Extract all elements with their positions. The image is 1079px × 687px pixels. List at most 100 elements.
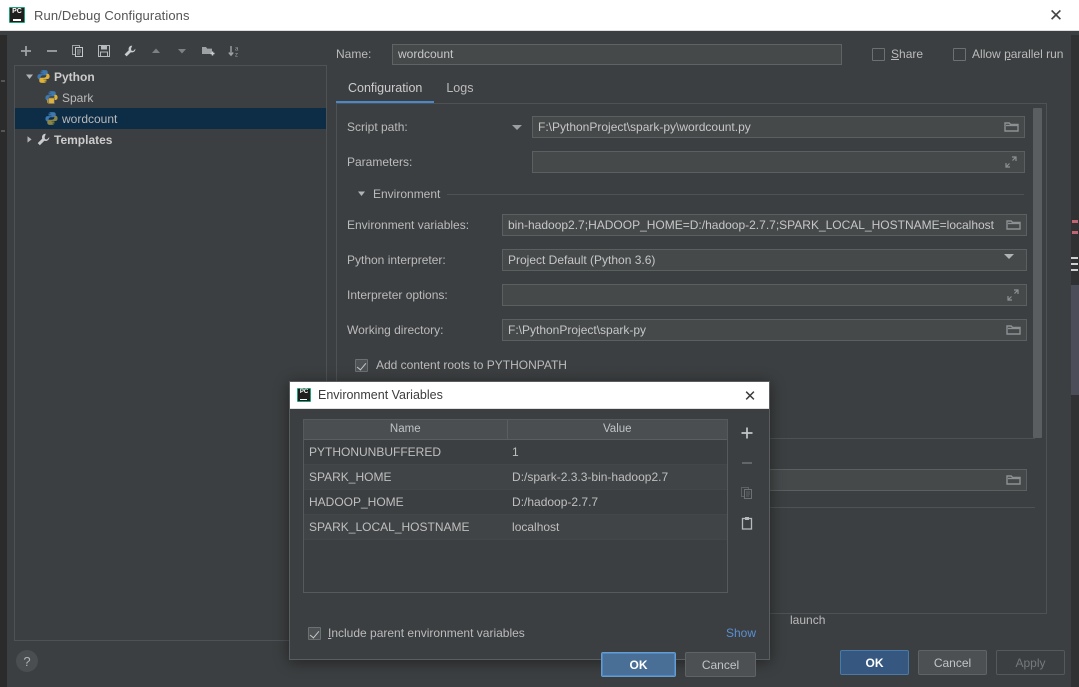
environment-variables-dialog: Environment Variables ✕ Name Value PYTHO… — [289, 381, 770, 677]
run-debug-configurations-window: Run/Debug Configurations ✕ — [0, 0, 1079, 687]
modal-titlebar: Environment Variables ✕ — [290, 382, 769, 409]
copy-icon — [741, 486, 752, 499]
remove-configuration-button[interactable] — [40, 40, 64, 62]
configuration-tabs: Configuration Logs — [336, 76, 1066, 103]
include-parent-checkbox[interactable] — [308, 626, 321, 640]
sort-configurations-button[interactable]: a z — [222, 40, 246, 62]
copy-configuration-button[interactable] — [66, 40, 90, 62]
interpreter-options-row: Interpreter options: — [347, 284, 1032, 306]
table-header-row: Name Value — [304, 420, 727, 440]
working-directory-row: Working directory: F:\PythonProject\spar… — [347, 319, 1032, 341]
collapse-twisty-icon[interactable] — [22, 135, 36, 144]
name-row: Name: Share Allow parallel run — [336, 43, 1066, 65]
python-interpreter-label: Python interpreter: — [347, 253, 446, 267]
show-link[interactable]: Show — [726, 626, 756, 640]
tree-item-label: wordcount — [62, 111, 118, 126]
add-variable-button[interactable] — [737, 423, 757, 442]
launch-background-text: launch — [790, 613, 826, 627]
folder-icon[interactable] — [1006, 323, 1022, 338]
environment-variables-field[interactable]: bin-hadoop2.7;HADOOP_HOME=D:/hadoop-2.7.… — [502, 214, 1027, 236]
create-folder-button[interactable] — [196, 40, 220, 62]
script-path-field[interactable]: F:\PythonProject\spark-py\wordcount.py — [532, 116, 1025, 138]
allow-parallel-run-checkbox-group[interactable]: Allow parallel run — [953, 47, 1063, 61]
parameters-field[interactable] — [532, 151, 1025, 173]
table-row[interactable]: HADOOP_HOME D:/hadoop-2.7.7 — [304, 489, 727, 515]
folder-icon[interactable] — [1004, 120, 1020, 135]
script-path-value: F:\PythonProject\spark-py\wordcount.py — [538, 120, 751, 134]
include-parent-checkbox-group[interactable]: Include parent environment variables — [308, 626, 525, 640]
column-header-value[interactable]: Value — [507, 420, 727, 440]
tab-logs[interactable]: Logs — [434, 78, 485, 103]
paste-variable-button[interactable] — [737, 513, 757, 532]
name-label: Name: — [336, 47, 372, 61]
move-up-button[interactable] — [144, 40, 168, 62]
folder-add-icon — [201, 47, 214, 56]
share-checkbox[interactable] — [872, 47, 885, 61]
folder-icon[interactable] — [1006, 473, 1022, 488]
tree-item-spark[interactable]: Spark — [15, 87, 326, 108]
wrench-icon — [36, 132, 51, 147]
window-close-button[interactable]: ✕ — [1033, 0, 1079, 31]
python-interpreter-field[interactable]: Project Default (Python 3.6) — [502, 249, 1027, 271]
panel-scrollbar-thumb[interactable] — [1033, 108, 1042, 438]
python-script-icon — [44, 90, 59, 105]
interpreter-options-field[interactable] — [502, 284, 1027, 306]
remove-variable-button[interactable] — [737, 453, 757, 472]
expand-twisty-icon[interactable] — [22, 72, 36, 81]
tree-item-wordcount[interactable]: wordcount — [15, 108, 326, 129]
ok-button[interactable]: OK — [840, 650, 909, 675]
svg-text:z: z — [235, 53, 238, 59]
table-row[interactable]: SPARK_LOCAL_HOSTNAME localhost — [304, 514, 727, 540]
add-content-roots-checkbox[interactable] — [355, 358, 368, 372]
python-icon — [36, 69, 51, 84]
add-content-roots-row[interactable]: Add content roots to PYTHONPATH — [355, 354, 1032, 376]
name-input[interactable] — [392, 43, 842, 65]
add-configuration-button[interactable] — [14, 40, 38, 62]
configurations-toolbar: a z — [8, 38, 328, 64]
save-icon — [98, 45, 110, 57]
configurations-tree[interactable]: Python Spark wordcount Templates — [14, 65, 327, 641]
script-path-row: Script path: F:\PythonProject\spark-py\w… — [347, 116, 1032, 138]
save-configuration-button[interactable] — [92, 40, 116, 62]
modal-cancel-button[interactable]: Cancel — [685, 652, 756, 677]
script-path-dropdown[interactable] — [502, 124, 532, 130]
column-header-name[interactable]: Name — [304, 420, 508, 440]
tab-configuration[interactable]: Configuration — [336, 78, 435, 103]
modal-close-button[interactable]: ✕ — [736, 382, 764, 409]
plus-icon — [21, 46, 31, 56]
move-down-button[interactable] — [170, 40, 194, 62]
cancel-button[interactable]: Cancel — [918, 650, 987, 675]
environment-section-header[interactable]: Environment — [357, 186, 1032, 202]
environment-section-label: Environment — [373, 187, 441, 201]
tree-item-python[interactable]: Python — [15, 66, 326, 87]
copy-variable-button[interactable] — [737, 483, 757, 502]
folder-icon[interactable] — [1006, 218, 1022, 233]
allow-parallel-run-label: Allow parallel run — [972, 47, 1064, 61]
apply-button[interactable]: Apply — [996, 650, 1065, 675]
include-parent-label: Include parent environment variables — [328, 626, 525, 640]
allow-parallel-run-checkbox[interactable] — [953, 47, 967, 61]
section-caret-icon[interactable] — [357, 187, 366, 201]
help-button[interactable]: ? — [16, 650, 38, 672]
working-directory-field[interactable]: F:\PythonProject\spark-py — [502, 319, 1027, 341]
caret-down-icon[interactable] — [1004, 254, 1020, 270]
pycharm-logo-icon — [9, 7, 25, 23]
table-row[interactable]: PYTHONUNBUFFERED 1 — [304, 439, 727, 465]
share-checkbox-group[interactable]: Share — [872, 47, 923, 61]
pycharm-logo-icon — [297, 388, 311, 402]
interpreter-options-label: Interpreter options: — [347, 288, 448, 302]
table-row[interactable]: SPARK_HOME D:/spark-2.3.3-bin-hadoop2.7 — [304, 464, 727, 490]
tree-item-templates[interactable]: Templates — [15, 129, 326, 150]
minus-icon — [47, 50, 57, 52]
panel-scrollbar-track[interactable] — [1033, 104, 1044, 613]
plus-icon — [741, 427, 753, 438]
expand-icon[interactable] — [1004, 155, 1020, 170]
tree-item-label: Templates — [54, 132, 113, 147]
expand-icon[interactable] — [1006, 288, 1022, 303]
parameters-label: Parameters: — [347, 155, 413, 169]
window-title: Run/Debug Configurations — [34, 7, 190, 23]
python-interpreter-value: Project Default (Python 3.6) — [508, 253, 656, 267]
edit-templates-button[interactable] — [118, 40, 142, 62]
wrench-icon — [124, 45, 136, 57]
modal-ok-button[interactable]: OK — [601, 652, 676, 677]
